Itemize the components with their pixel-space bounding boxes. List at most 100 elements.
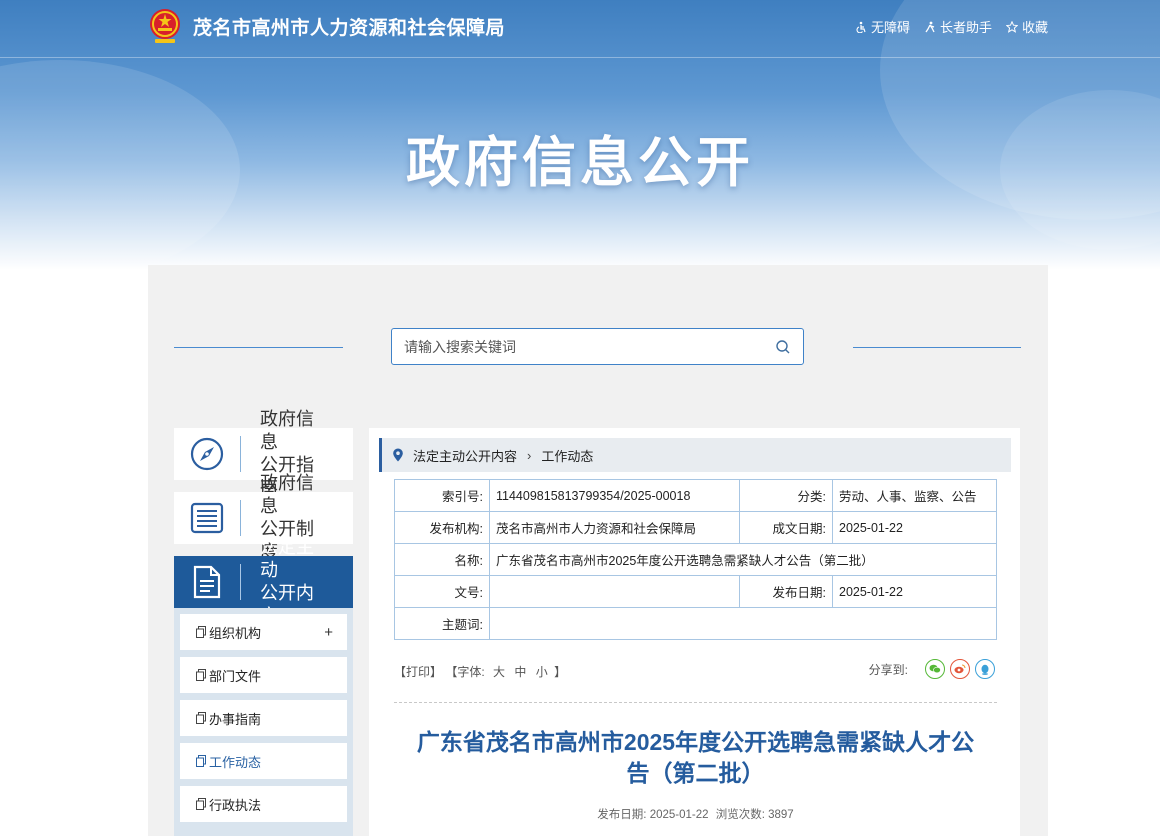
favorite-label: 收藏 — [1021, 20, 1048, 35]
table-row: 文号: 发布日期: 2025-01-22 — [394, 575, 997, 608]
sidebar-card-line1: 政府信息 — [260, 473, 314, 516]
subject-value — [489, 607, 997, 640]
weibo-icon — [954, 664, 966, 674]
breadcrumb-root[interactable]: 法定主动公开内容 — [413, 446, 517, 465]
sidebar-item-label: 办事指南 — [209, 711, 262, 727]
publisher-label: 发布机构: — [394, 511, 490, 544]
qq-icon — [981, 664, 989, 675]
article-tools: 【打印】 【字体: 大 中 小 】 — [394, 663, 566, 680]
content-area: 法定主动公开内容 › 工作动态 索引号: 114409815813799354/… — [369, 428, 1020, 836]
article-views-label: 浏览次数: — [715, 809, 765, 821]
accessibility-link[interactable]: 无障碍 — [855, 17, 910, 36]
search-divider-right — [853, 347, 1021, 348]
sidebar-card-line1: 政府信息 — [260, 409, 314, 452]
weibo-share-icon[interactable] — [950, 659, 970, 679]
font-medium-button[interactable]: 中 — [514, 665, 526, 679]
search-box — [391, 328, 804, 365]
favorite-link[interactable]: 收藏 — [1005, 17, 1048, 36]
search-icon[interactable] — [775, 339, 791, 355]
expand-icon[interactable]: + — [324, 624, 333, 641]
article-title-line2: 告（第二批） — [626, 760, 765, 786]
qq-share-icon[interactable] — [975, 659, 995, 679]
search-input[interactable] — [404, 337, 764, 357]
elder-icon — [925, 21, 935, 32]
copy-icon — [196, 669, 206, 681]
share-bar: 分享到: — [869, 659, 995, 679]
sidebar-card-icon-wrap — [174, 556, 240, 608]
document-icon — [193, 565, 221, 599]
article-date-label: 发布日期: — [597, 809, 647, 821]
divider — [394, 702, 997, 703]
article-title-line1: 广东省茂名市高州市2025年度公开选聘急需紧缺人才公 — [416, 729, 975, 755]
list-icon — [190, 502, 224, 534]
category-label: 分类: — [739, 479, 833, 512]
publish-date-value: 2025-01-22 — [832, 575, 997, 608]
wechat-share-icon[interactable] — [925, 659, 945, 679]
copy-icon — [196, 712, 206, 724]
sidebar-item-organization[interactable]: 组织机构 + — [180, 614, 347, 650]
wechat-icon — [929, 664, 941, 674]
accessibility-icon — [856, 21, 866, 33]
share-label: 分享到: — [868, 662, 908, 677]
print-button[interactable]: 【打印】 — [394, 665, 442, 679]
font-large-button[interactable]: 大 — [493, 665, 505, 679]
article-views: 3897 — [768, 809, 794, 821]
star-icon — [1005, 20, 1018, 33]
name-label: 名称: — [394, 543, 490, 576]
name-value: 广东省茂名市高州市2025年度公开选聘急需紧缺人才公告（第二批） — [489, 543, 997, 576]
copy-icon — [196, 755, 206, 767]
copy-icon — [196, 626, 206, 638]
article-title: 广东省茂名市高州市2025年度公开选聘急需紧缺人才公 告（第二批） — [394, 727, 997, 789]
sidebar-item-service-guide[interactable]: 办事指南 — [180, 700, 347, 736]
search-divider-left — [174, 347, 343, 348]
sidebar-card-line1: 法定主动 — [260, 537, 314, 580]
national-emblem-icon — [150, 9, 180, 43]
font-size-suffix: 】 — [554, 665, 567, 679]
sidebar-item-label: 行政执法 — [209, 797, 262, 813]
sidebar-card-active-content[interactable]: 法定主动公开内容 — [174, 537, 353, 626]
table-row: 发布机构: 茂名市高州市人力资源和社会保障局 成文日期: 2025-01-22 — [394, 511, 997, 544]
index-label: 索引号: — [394, 479, 490, 512]
location-pin-icon — [393, 448, 403, 462]
breadcrumb-current[interactable]: 工作动态 — [541, 446, 593, 465]
site-name[interactable]: 茂名市高州市人力资源和社会保障局 — [193, 13, 505, 40]
sidebar-item-department-docs[interactable]: 部门文件 — [180, 657, 347, 693]
info-table: 索引号: 114409815813799354/2025-00018 分类: 劳… — [394, 479, 997, 640]
banner-title: 政府信息公开 — [406, 133, 754, 193]
sidebar-card-icon-wrap — [174, 492, 240, 544]
category-value: 劳动、人事、监察、公告 — [832, 479, 997, 512]
doc-number-value — [489, 575, 740, 608]
font-size-prefix: 【字体: — [445, 665, 485, 679]
sidebar-item-law-enforcement[interactable]: 行政执法 — [180, 786, 347, 822]
article-meta: 发布日期: 2025-01-22 浏览次数: 3897 — [394, 806, 997, 822]
header-divider — [0, 57, 1160, 58]
table-row: 主题词: — [394, 607, 997, 640]
written-date-value: 2025-01-22 — [832, 511, 997, 544]
table-row: 名称: 广东省茂名市高州市2025年度公开选聘急需紧缺人才公告（第二批） — [394, 543, 997, 576]
top-links: 无障碍 长者助手 收藏 — [855, 17, 1048, 36]
chevron-right-icon: › — [527, 447, 532, 463]
elder-assistant-label: 长者助手 — [939, 20, 992, 35]
doc-number-label: 文号: — [394, 575, 490, 608]
copy-icon — [196, 798, 206, 810]
compass-icon — [190, 437, 224, 471]
sidebar-card-icon-wrap — [174, 428, 240, 480]
header-banner: 茂名市高州市人力资源和社会保障局 无障碍 长者助手 收藏 政府信息公开 — [0, 0, 1160, 270]
table-row: 索引号: 114409815813799354/2025-00018 分类: 劳… — [394, 479, 997, 512]
written-date-label: 成文日期: — [739, 511, 833, 544]
sidebar-sub-list: 组织机构 + 部门文件 办事指南 工作动态 行政执法 — [174, 608, 353, 836]
sidebar-item-label: 工作动态 — [209, 754, 262, 770]
index-value: 114409815813799354/2025-00018 — [489, 479, 740, 512]
publish-date-label: 发布日期: — [739, 575, 833, 608]
font-small-button[interactable]: 小 — [536, 665, 548, 679]
subject-label: 主题词: — [394, 607, 490, 640]
sidebar-item-work-updates[interactable]: 工作动态 — [180, 743, 347, 779]
sidebar-item-label: 部门文件 — [209, 668, 262, 684]
sidebar-item-label: 组织机构 — [209, 625, 262, 641]
elder-assistant-link[interactable]: 长者助手 — [924, 17, 992, 36]
accessibility-label: 无障碍 — [870, 20, 910, 35]
article-date: 2025-01-22 — [649, 809, 709, 821]
breadcrumb: 法定主动公开内容 › 工作动态 — [379, 438, 1011, 472]
publisher-value: 茂名市高州市人力资源和社会保障局 — [489, 511, 740, 544]
main-panel: 政府信息公开指南 政府信息公开制度 法定主动公开内容 组织机构 + 部门文件 办… — [148, 265, 1048, 836]
